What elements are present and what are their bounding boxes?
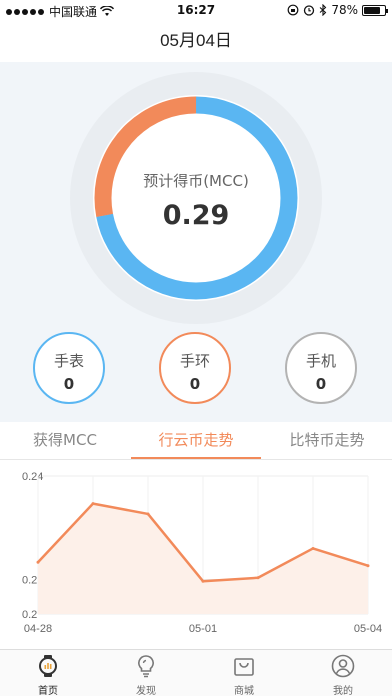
- chart-data-point: [311, 546, 315, 550]
- tab-get-mcc[interactable]: 获得MCC: [0, 422, 130, 460]
- bottom-nav: 首页 发现 商城 我的: [0, 649, 392, 696]
- chart-data-point: [36, 560, 40, 564]
- device-band[interactable]: 手环 0: [159, 332, 231, 404]
- tab-bitcoin-trend[interactable]: 比特币走势: [262, 422, 392, 460]
- header: 05月04日: [0, 20, 392, 62]
- rotation-lock-icon: [287, 4, 299, 16]
- device-watch[interactable]: 手表 0: [33, 332, 105, 404]
- shopping-bag-icon: [234, 658, 254, 676]
- battery-level: [364, 6, 380, 14]
- device-phone-count: 0: [315, 375, 327, 393]
- device-phone-label: 手机: [305, 352, 336, 370]
- watch-icon: [39, 655, 57, 677]
- trend-chart: 0.2 0.21 0.24 04-28 05-01 05-04: [0, 460, 392, 640]
- battery-percent: 78%: [331, 3, 358, 17]
- chart-y-tick-label: 0.2: [22, 609, 37, 621]
- nav-shop-label: 商城: [234, 686, 254, 696]
- device-watch-label: 手表: [53, 352, 84, 370]
- alarm-icon: [304, 5, 315, 16]
- battery-icon: [362, 4, 388, 16]
- nav-me[interactable]: 我的: [313, 654, 373, 696]
- chart-x-tick-label: 05-01: [189, 623, 217, 635]
- chart-data-point: [256, 576, 260, 580]
- ring-value: 0.29: [162, 200, 230, 231]
- device-band-label: 手环: [179, 352, 210, 370]
- coin-ring: 预计得币(MCC) 0.29: [68, 70, 324, 326]
- nav-home[interactable]: 首页: [18, 654, 78, 696]
- chart-x-tick-label: 04-28: [24, 623, 52, 635]
- tab-mcc-trend[interactable]: 行云币走势: [131, 422, 261, 460]
- trend-chart-svg: 0.20.210.2404-28 05-01 05-04: [22, 471, 382, 635]
- chart-y-tick-label: 0.24: [22, 471, 43, 483]
- device-phone[interactable]: 手机 0: [285, 332, 357, 404]
- bluetooth-icon: [319, 4, 327, 16]
- device-watch-count: 0: [63, 375, 75, 393]
- device-band-count: 0: [189, 375, 201, 393]
- status-right: 78%: [287, 3, 388, 17]
- ring-label: 预计得币(MCC): [143, 172, 249, 190]
- ring-inner: [93, 95, 299, 301]
- ring-graphic: [70, 72, 322, 324]
- chart-data-point: [366, 564, 370, 568]
- summary-panel: 预计得币(MCC) 0.29 手表 0 手环 0 手机 0: [0, 62, 392, 422]
- nav-home-label: 首页: [38, 686, 58, 696]
- chart-data-point: [201, 579, 205, 583]
- lightbulb-icon: [138, 655, 154, 678]
- nav-discover[interactable]: 发现: [116, 654, 176, 696]
- status-bar: 中国联通 16:27 78%: [0, 0, 392, 20]
- nav-shop[interactable]: 商城: [214, 654, 274, 696]
- chart-x-tick-label: 05-04: [354, 623, 382, 635]
- page-title-date: 05月04日: [160, 31, 232, 50]
- user-icon: [331, 654, 355, 678]
- chart-tabs: 获得MCC 行云币走势 比特币走势: [0, 422, 392, 460]
- chart-data-point: [146, 512, 150, 516]
- nav-discover-label: 发现: [136, 686, 156, 696]
- chart-data-point: [91, 502, 95, 506]
- nav-me-label: 我的: [333, 686, 353, 696]
